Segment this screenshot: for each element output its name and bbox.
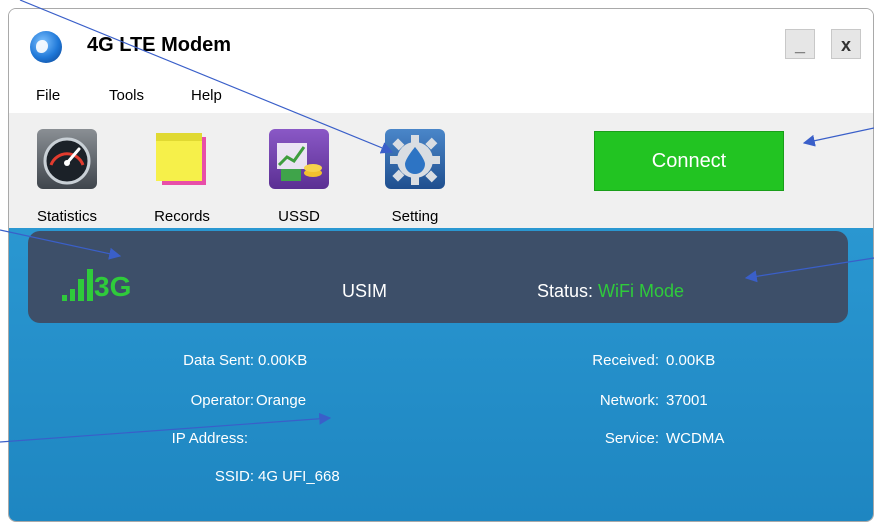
setting-label: Setting: [391, 208, 439, 225]
close-button[interactable]: x: [831, 29, 861, 59]
service-value: WCDMA: [666, 430, 725, 447]
ussd-button[interactable]: USSD: [254, 123, 344, 225]
status-panel: [28, 231, 848, 323]
menu-bar: File Tools Help: [9, 77, 873, 113]
records-button[interactable]: Records: [137, 123, 227, 225]
statistics-label: Statistics: [36, 208, 97, 225]
ssid-label: SSID:: [214, 468, 254, 485]
operator-value: Orange: [256, 392, 307, 409]
minimize-button[interactable]: _: [785, 29, 815, 59]
setting-button[interactable]: Setting: [370, 123, 460, 225]
received-label: Received:: [592, 352, 659, 369]
service-label: Service:: [604, 430, 659, 447]
statistics-button[interactable]: Statistics: [22, 123, 112, 225]
network-value: 37001: [666, 392, 708, 409]
title-bar: 4G LTE Modem _ x: [9, 9, 873, 77]
menu-help[interactable]: Help: [191, 87, 222, 104]
ussd-label: USSD: [278, 208, 320, 225]
received-value: 0.00KB: [666, 352, 716, 369]
ussd-chart-icon: [269, 129, 329, 189]
status-value: WiFi Mode: [598, 281, 685, 301]
network-type: 3G: [94, 271, 132, 302]
sim-type: USIM: [342, 281, 387, 301]
data-sent-value: 0.00KB: [258, 352, 308, 369]
ip-address-label: IP Address:: [171, 430, 248, 447]
network-label: Network:: [599, 392, 659, 409]
sticky-notes-icon: [152, 129, 212, 189]
menu-tools[interactable]: Tools: [109, 87, 144, 104]
data-sent-label: Data Sent:: [183, 352, 254, 369]
menu-file[interactable]: File: [36, 87, 60, 104]
signal-strength-icon: [62, 267, 94, 301]
connect-button[interactable]: Connect: [594, 131, 784, 191]
operator-label: Operator:: [190, 392, 254, 409]
ssid-value: 4G UFI_668: [258, 468, 340, 485]
gear-water-drop-icon: [385, 129, 445, 189]
app-title: 4G LTE Modem: [87, 34, 232, 56]
status-label: Status:: [537, 281, 599, 301]
speedometer-icon: [37, 129, 97, 189]
globe-icon: [30, 31, 62, 63]
connection-status: Status: WiFi Mode: [537, 281, 684, 302]
records-label: Records: [154, 208, 210, 225]
